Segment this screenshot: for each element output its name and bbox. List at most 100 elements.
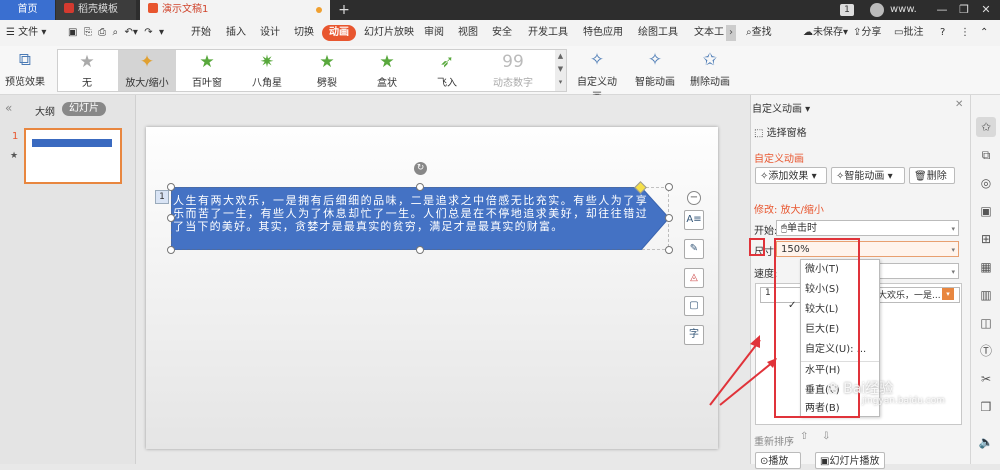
menu-slideshow[interactable]: 幻灯片放映 [364, 25, 414, 41]
smart-animation-button[interactable]: ✧ 智能动画 [632, 48, 678, 92]
menu-features[interactable]: 特色应用 [583, 25, 623, 41]
selection-pane-button[interactable]: ⬚ 选择窗格 [754, 124, 807, 139]
text-style-icon[interactable]: A≡ [684, 210, 704, 230]
clip-icon[interactable]: ✂ [976, 369, 996, 389]
table-icon[interactable]: ⊞ [976, 229, 996, 249]
delete-button[interactable]: 🗑删除 [909, 167, 955, 184]
anim-split[interactable]: ★ 劈裂 [298, 50, 356, 91]
anim-blinds[interactable]: ★ 百叶窗 [178, 50, 236, 91]
move-down-icon[interactable]: ⇩ [822, 431, 830, 442]
menu-text-tools[interactable]: 文本工 [694, 25, 724, 41]
close-button[interactable]: ✕ [976, 0, 996, 20]
slide-thumbnail[interactable] [24, 128, 122, 184]
layout-icon[interactable]: ▦ [976, 257, 996, 277]
menu-security[interactable]: 安全 [492, 25, 512, 41]
anim-box[interactable]: ★ 盒状 [358, 50, 416, 91]
delete-animation-button[interactable]: ✩ 删除动画 [690, 48, 730, 92]
menu-animation[interactable]: 动画 [322, 25, 356, 41]
new-tab-button[interactable]: + [334, 0, 354, 20]
tab-docer-template[interactable]: 稻壳模板 [56, 0, 136, 20]
menu-developer[interactable]: 开发工具 [528, 25, 568, 41]
anim-fly-in[interactable]: ➶ 飞入 [418, 50, 476, 91]
resize-handle[interactable] [416, 246, 424, 254]
theme-icon[interactable]: ◫ [976, 313, 996, 333]
comment-button[interactable]: ▭批注 [894, 25, 923, 41]
user-name[interactable]: www. [890, 0, 917, 20]
anim-none[interactable]: ★ 无 [58, 50, 116, 91]
move-up-icon[interactable]: ⇧ [800, 431, 808, 442]
restore-button[interactable]: ❐ [954, 0, 974, 20]
resize-handle[interactable] [665, 183, 673, 191]
file-menu[interactable]: ☰ 文件 ▾ [6, 25, 46, 41]
share-button[interactable]: ⇪分享 [853, 25, 881, 41]
slide[interactable] [146, 127, 718, 449]
slideshow-button[interactable]: ▣幻灯片播放 [815, 452, 885, 469]
watermark-url: jingyan.baidu.com [862, 396, 946, 406]
export-icon[interactable]: ⎘ [84, 27, 92, 38]
help-button[interactable]: ? [940, 25, 945, 41]
menu-review[interactable]: 审阅 [424, 25, 444, 41]
animation-order-tag[interactable]: 1 [155, 190, 169, 204]
print-icon[interactable]: ⎙ [98, 27, 106, 38]
add-effect-button[interactable]: ✧添加效果 ▾ [755, 167, 827, 184]
menu-design[interactable]: 设计 [260, 25, 280, 41]
window-count-badge[interactable]: 1 [840, 4, 854, 16]
close-pane-icon[interactable]: ✕ [955, 99, 963, 110]
tab-home[interactable]: 首页 [0, 0, 55, 20]
tab-slides[interactable]: 幻灯片 [62, 102, 106, 116]
search-button[interactable]: ⌕查找 [746, 25, 772, 41]
unsaved-dot-icon [316, 7, 322, 13]
menu-view[interactable]: 视图 [458, 25, 478, 41]
fill-color-icon[interactable]: ◬ [684, 268, 704, 288]
preview-effect-button[interactable]: ⧉ 预览效果 [4, 48, 46, 92]
tab-presentation[interactable]: 演示文稿1 [140, 0, 330, 20]
custom-animation-button[interactable]: ✧ 自定义动画 [574, 48, 620, 103]
menu-home[interactable]: 开始 [191, 25, 211, 41]
animation-ribbon: ⧉ 预览效果 ★ 无 ✦ 放大/缩小 ★ 百叶窗 ✷ 八角星 ★ 劈裂 ★ 盒状 ➶ 飞入 9… [0, 46, 1000, 103]
sound-icon[interactable]: 🔈 [976, 432, 996, 452]
resize-handle[interactable] [167, 214, 175, 222]
chevron-down-icon[interactable]: ▾ [159, 27, 164, 38]
collapse-ribbon-icon[interactable]: ⌃ [980, 25, 988, 41]
avatar[interactable] [870, 3, 884, 17]
resize-handle[interactable] [665, 214, 673, 222]
smart-animation-pane-button[interactable]: ✧智能动画 ▾ [831, 167, 905, 184]
rotate-handle-icon[interactable]: ↻ [414, 162, 427, 175]
speed-select[interactable]: ▾ [878, 263, 959, 279]
slide-body-text[interactable]: 人生有两大欢乐，一是拥有后细细的品味，二是追求之中倍感无比充实。有些人为了享乐而… [173, 194, 648, 233]
tab-outline[interactable]: 大纲 [35, 103, 55, 118]
anim-octagram[interactable]: ✷ 八角星 [238, 50, 296, 91]
pen-icon[interactable]: ✎ [684, 239, 704, 259]
resize-handle[interactable] [167, 183, 175, 191]
play-button[interactable]: ⊙播放 [755, 452, 801, 469]
annotation-box-size-label [749, 238, 765, 256]
resize-handle[interactable] [167, 246, 175, 254]
resize-handle[interactable] [665, 246, 673, 254]
preview-icon[interactable]: ⌕ [113, 27, 119, 38]
more-icon[interactable]: ⋮ [960, 25, 970, 41]
animation-pane-icon[interactable]: ✩ [976, 117, 996, 137]
undo-icon[interactable]: ↶▾ [125, 27, 138, 38]
menu-transition[interactable]: 切换 [294, 25, 314, 41]
image-icon[interactable]: ▣ [976, 201, 996, 221]
save-icon[interactable]: ▣ [68, 27, 77, 38]
chart-icon[interactable]: ▥ [976, 285, 996, 305]
chevron-down-icon[interactable]: ▾ [942, 288, 954, 300]
shape-icon[interactable]: ◎ [976, 173, 996, 193]
menu-drawing-tools[interactable]: 绘图工具 [638, 25, 678, 41]
library-icon[interactable]: ❒ [976, 397, 996, 417]
collapse-tools-icon[interactable]: − [687, 191, 701, 205]
scroll-right-icon[interactable]: › [726, 25, 736, 41]
resize-handle[interactable] [416, 183, 424, 191]
anim-zoom[interactable]: ✦ 放大/缩小 [118, 50, 176, 91]
object-icon[interactable]: ⧉ [976, 145, 996, 165]
collapse-panel-icon[interactable]: « [5, 101, 12, 115]
pane-title[interactable]: 自定义动画 ▾ [752, 100, 810, 115]
text-icon[interactable]: Ⓣ [976, 341, 996, 361]
menu-insert[interactable]: 插入 [226, 25, 246, 41]
minimize-button[interactable]: — [932, 0, 952, 20]
start-select[interactable]: 🖱单击时 ▾ [776, 220, 959, 236]
unsaved-button[interactable]: ☁未保存▾ [803, 25, 848, 41]
gallery-scroll[interactable]: ▲ ▼ ▾ [555, 49, 567, 92]
redo-icon[interactable]: ↷ [144, 27, 152, 38]
